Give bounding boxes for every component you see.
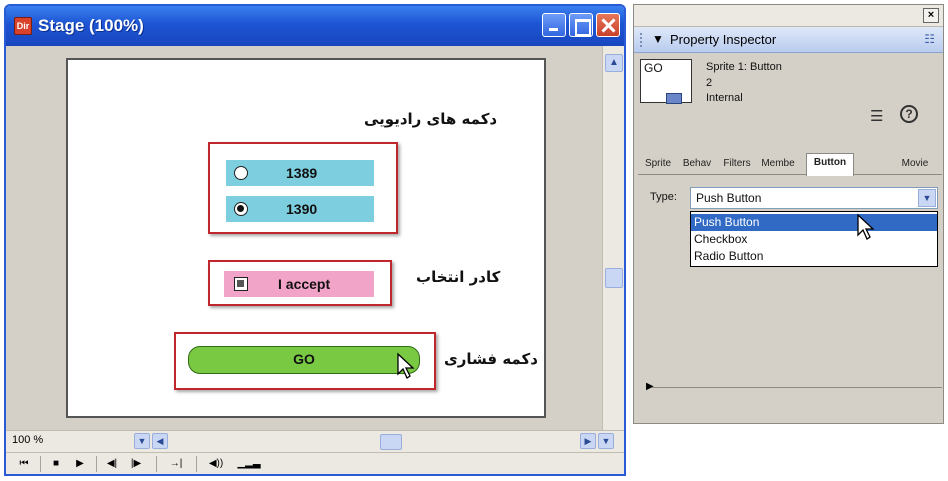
play-icon[interactable]: ▶ [70,456,90,472]
stop-icon[interactable]: ■ [46,456,66,472]
scroll-up-icon[interactable]: ▲ [605,54,623,72]
control-divider [96,456,97,472]
step-forward-icon[interactable]: |▶ [126,456,146,472]
maximize-button[interactable] [569,13,593,37]
tab-filters[interactable]: Filters [718,155,756,175]
panel-topbar: × [634,5,943,27]
director-app-icon: Dir [14,17,32,35]
tab-button[interactable]: Button [806,153,854,176]
radio-button-1389[interactable] [234,166,248,180]
panel-options-icon[interactable]: ☷ [924,32,935,46]
scroll-left-icon[interactable]: ◀ [152,433,168,449]
type-label: Type: [650,191,677,203]
tab-behavior[interactable]: Behav [678,155,716,175]
vertical-scroll-thumb[interactable] [605,268,623,288]
control-divider [40,456,41,472]
sprite-title: Sprite 1: Button [706,61,782,73]
scroll-right-icon[interactable]: ▶ [580,433,596,449]
stage-title: Stage (100%) [38,16,144,35]
button-type-value: Push Button [696,191,762,205]
checkbox-heading: کادر انتخاب [416,268,501,286]
playback-controls: ⏮ ■ ▶ ◀| |▶ →| ◀)) ▁▂▃ [6,452,624,474]
help-icon[interactable]: ? [900,105,918,123]
option-radio-button[interactable]: Radio Button [691,248,937,265]
property-inspector-title: Property Inspector [670,32,777,47]
radio-heading: دکمه های رادیویی [364,110,498,128]
loop-icon[interactable]: →| [166,456,186,472]
radio-group-box: 1389 1390 [208,142,398,234]
cast-member-icon [666,93,682,104]
radio-row-1389[interactable]: 1389 [226,160,374,186]
property-inspector-panel: × ▼ Property Inspector ☷ GO Sprite 1: Bu… [633,4,944,424]
panel-close-icon[interactable]: × [923,8,939,23]
option-checkbox[interactable]: Checkbox [691,231,937,248]
control-divider [156,456,157,472]
scroll-down-icon[interactable]: ▼ [598,433,614,449]
tab-sprite[interactable]: Sprite [640,155,676,175]
drag-grip-icon[interactable] [640,33,646,47]
sprite-number: 2 [706,77,713,89]
property-inspector-header[interactable]: ▼ Property Inspector ☷ [634,27,943,53]
stage-titlebar[interactable]: Dir Stage (100%) [6,6,624,46]
zoom-level: 100 % [12,434,44,446]
radio-row-1390[interactable]: 1390 [226,196,374,222]
push-heading: دکمه فشاری [444,350,538,368]
option-push-button[interactable]: Push Button [691,214,937,231]
stage-horizontal-bar: 100 % ▼ ◀ ▶ ▼ [6,430,624,452]
checkbox-row[interactable]: I accept [224,271,374,297]
checkbox-group-box: I accept [208,260,392,306]
cast-name: Internal [706,92,743,104]
chevron-down-icon[interactable]: ▼ [918,189,936,207]
radio-label-1390: 1390 [286,201,318,217]
stage-area: دکمه های رادیویی 1389 1390 I accept کادر [6,46,602,430]
control-divider [196,456,197,472]
tab-movie[interactable]: Movie [894,155,936,175]
button-type-select[interactable]: Push Button ▼ [690,187,938,209]
radio-label-1389: 1389 [286,165,318,181]
mouse-pointer-icon [857,213,875,240]
radio-button-1390[interactable] [234,202,248,216]
collapse-triangle-icon[interactable]: ▼ [652,32,664,46]
minimize-button[interactable] [542,13,566,37]
horizontal-scroll-thumb[interactable] [380,434,402,450]
close-button[interactable] [596,13,620,37]
panel-slider-track[interactable] [652,387,942,388]
tab-member[interactable]: Membe [758,155,798,175]
stage-window: Dir Stage (100%) دکمه های رادیویی 1389 1… [4,4,626,476]
stage-vertical-scrollbar[interactable]: ▲ [602,46,624,430]
volume-icon[interactable]: ◀)) [206,456,226,472]
inspector-tabs: Sprite Behav Filters Membe Button Movie [638,151,942,176]
mouse-pointer-icon [397,352,415,379]
button-type-dropdown: Push Button Checkbox Radio Button [690,211,938,267]
checkbox-label: I accept [278,276,331,292]
accept-checkbox[interactable] [234,277,248,291]
go-button[interactable]: GO [188,346,420,374]
rewind-icon[interactable]: ⏮ [14,456,34,472]
volume-slider-icon[interactable]: ▁▂▃ [234,456,264,472]
stage-canvas[interactable]: دکمه های رادیویی 1389 1390 I accept کادر [66,58,546,418]
step-back-icon[interactable]: ◀| [102,456,122,472]
thumbnail-text: GO [644,61,663,75]
zoom-dropdown-icon[interactable]: ▼ [134,433,150,449]
list-view-icon[interactable]: ☰ [870,107,883,125]
